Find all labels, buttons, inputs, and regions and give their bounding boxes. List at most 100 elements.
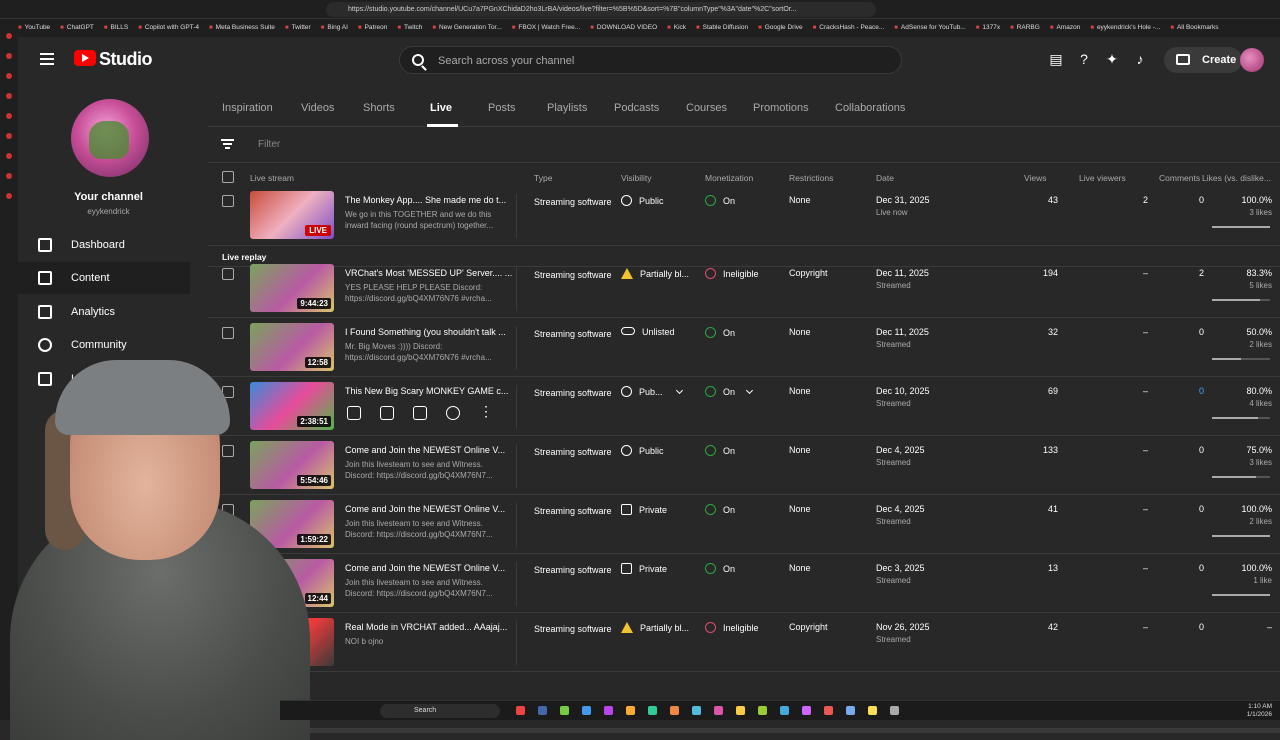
side-panel-icon[interactable] [6,153,12,159]
video-title[interactable]: I Found Something (you shouldn't talk ..… [345,327,513,337]
bookmark-item[interactable]: Bing AI [321,19,348,37]
column-header-views[interactable]: Views [1024,173,1047,183]
tab-live[interactable]: Live [430,102,452,114]
youtube-logo-icon[interactable] [74,50,96,66]
side-panel-icon[interactable] [6,173,12,179]
tab-promotions[interactable]: Promotions [753,102,809,114]
filter-icon[interactable] [221,139,234,149]
column-header-live-stream[interactable]: Live stream [250,173,294,183]
taskbar-app-icon[interactable] [516,706,525,715]
column-header-restrictions[interactable]: Restrictions [789,173,833,183]
row-checkbox[interactable] [222,268,234,280]
bookmark-item[interactable]: ChatGPT [60,19,94,37]
feedback-icon[interactable]: ▤ [1048,51,1064,67]
sparkle-icon[interactable]: ✦ [1104,51,1120,67]
bookmark-item[interactable]: CracksHash - Peace... [813,19,884,37]
bookmark-item[interactable]: RARBG [1010,19,1040,37]
bookmark-item[interactable]: All Bookmarks [1170,19,1219,37]
table-row[interactable]: 9:44:23 VRChat's Most 'MESSED UP' Server.… [208,259,1280,318]
tab-collaborations[interactable]: Collaborations [835,102,905,114]
bookmark-item[interactable]: Twitch [397,19,422,37]
column-header-comments[interactable]: Comments [1159,173,1200,183]
select-all-checkbox[interactable] [222,171,234,183]
side-panel-icon[interactable] [6,33,12,39]
taskbar-app-icon[interactable] [846,706,855,715]
taskbar-app-icon[interactable] [560,706,569,715]
create-button[interactable]: Create [1164,47,1242,73]
row-checkbox[interactable] [222,195,234,207]
visibility-dropdown-chevron-icon[interactable] [675,386,683,395]
table-row[interactable]: 12:58 I Found Something (you shouldn't ta… [208,318,1280,377]
analytics-icon[interactable] [380,406,394,420]
bookmark-item[interactable]: eyykendrick's Hole -... [1090,19,1160,37]
video-title[interactable]: Come and Join the NEWEST Online V... [345,504,513,514]
taskbar-search[interactable]: Search [380,704,500,718]
comments-cell[interactable]: 0 [1152,386,1204,396]
taskbar-app-icon[interactable] [824,706,833,715]
column-header-date[interactable]: Date [876,173,894,183]
sidebar-item-dashboard[interactable]: Dashboard [18,229,190,261]
tab-podcasts[interactable]: Podcasts [614,102,659,114]
bookmark-item[interactable]: New Generation Tor... [432,19,502,37]
monetization-cell[interactable]: On [705,386,754,397]
taskbar-app-icon[interactable] [758,706,767,715]
taskbar-app-icon[interactable] [868,706,877,715]
studio-logo-text[interactable]: Studio [99,49,153,70]
tab-inspiration[interactable]: Inspiration [222,102,273,114]
table-row[interactable]: 5:54:46 Come and Join the NEWEST Online V… [208,436,1280,495]
taskbar-app-icon[interactable] [604,706,613,715]
side-panel-icon[interactable] [6,133,12,139]
column-header-monetization[interactable]: Monetization [705,173,753,183]
bell-icon[interactable]: ♪ [1132,51,1148,67]
side-panel-icon[interactable] [6,113,12,119]
filter-input[interactable] [258,135,558,153]
bookmark-item[interactable]: Kick [667,19,686,37]
hamburger-menu-icon[interactable] [40,53,54,65]
bookmark-item[interactable]: 1377x [976,19,1000,37]
search-input[interactable] [438,53,878,69]
monetization-dropdown-chevron-icon[interactable] [745,386,754,395]
sidebar-item-content[interactable]: Content [18,262,190,294]
video-title[interactable]: Real Mode in VRCHAT added... AAajaj... [345,622,513,632]
horizontal-scrollbar[interactable] [228,728,1280,733]
comments-icon[interactable] [413,406,427,420]
visibility-cell[interactable]: Pub... [621,386,683,397]
taskbar-app-icon[interactable] [890,706,899,715]
taskbar-app-icon[interactable] [780,706,789,715]
side-panel-icon[interactable] [6,193,12,199]
sidebar-item-analytics[interactable]: Analytics [18,296,190,328]
bookmark-item[interactable]: BILLS [104,19,129,37]
monetization-icon[interactable] [446,406,460,420]
bookmark-item[interactable]: Meta Business Suite [209,19,275,37]
help-icon[interactable]: ? [1076,51,1092,67]
tab-videos[interactable]: Videos [301,102,334,114]
tab-courses[interactable]: Courses [686,102,727,114]
taskbar-app-icon[interactable] [582,706,591,715]
bookmark-item[interactable]: FBOX | Watch Free... [512,19,580,37]
tab-playlists[interactable]: Playlists [547,102,587,114]
taskbar-app-icon[interactable] [736,706,745,715]
column-header-live-viewers[interactable]: Live viewers [1079,173,1126,183]
bookmark-item[interactable]: Twitter [285,19,311,37]
video-thumbnail[interactable]: 9:44:23 [250,264,334,312]
more-options-icon[interactable]: ⋮ [479,404,493,420]
bookmark-item[interactable]: Patreon [358,19,388,37]
side-panel-icon[interactable] [6,93,12,99]
table-row[interactable]: 12:44 Come and Join the NEWEST Online V..… [208,554,1280,613]
column-header-visibility[interactable]: Visibility [621,173,652,183]
bookmark-item[interactable]: Google Drive [758,19,803,37]
bookmark-item[interactable]: DOWNLOAD VIDEO [590,19,657,37]
table-row[interactable]: 1:59:22 Come and Join the NEWEST Online V… [208,495,1280,554]
video-title[interactable]: Come and Join the NEWEST Online V... [345,445,513,455]
side-panel-icon[interactable] [6,53,12,59]
search-bar[interactable] [399,46,902,74]
taskbar-app-icon[interactable] [802,706,811,715]
taskbar-app-icon[interactable] [538,706,547,715]
video-title[interactable]: Come and Join the NEWEST Online V... [345,563,513,573]
bookmark-item[interactable]: YouTube [18,19,51,37]
channel-avatar[interactable] [71,99,149,177]
taskbar-app-icon[interactable] [670,706,679,715]
tab-shorts[interactable]: Shorts [363,102,395,114]
taskbar-clock[interactable]: 1:10 AM 1/1/2026 [1247,703,1272,719]
bookmark-item[interactable]: Stable Diffusion [696,19,748,37]
